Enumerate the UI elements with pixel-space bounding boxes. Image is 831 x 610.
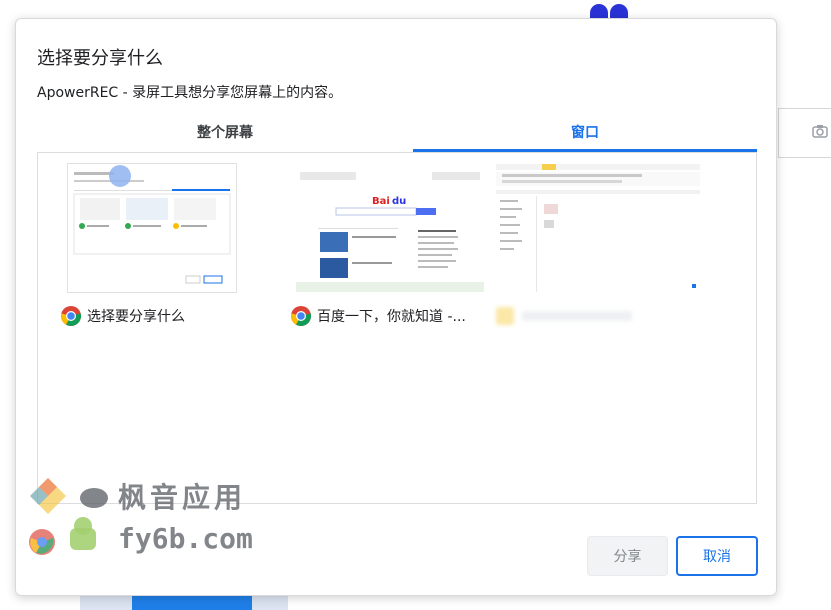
screen: 选择要分享什么 ApowerREC - 录屏工具想分享您屏幕上的内容。 整个屏幕… [0,0,831,610]
watermark-text: 枫音应用 [118,481,247,514]
watermark: 枫音应用 fy6b.com [26,476,276,566]
tab-entire-screen[interactable]: 整个屏幕 [37,119,413,152]
cancel-button[interactable]: 取消 [676,536,758,576]
window-label [496,304,632,328]
window-thumbnail [68,164,236,292]
camera-icon [812,125,828,138]
dialog-description: ApowerREC - 录屏工具想分享您屏幕上的内容。 [37,85,343,101]
watermark-domain: fy6b.com [118,522,253,555]
window-option-baidu[interactable]: Bai du 百度一下，你就知道 -... [274,164,484,334]
svg-text:Bai: Bai [372,196,390,207]
window-thumbnail [496,164,700,292]
window-option-file-explorer[interactable] [490,164,700,334]
blurred-window-title [522,311,632,321]
chrome-icon [60,306,82,327]
dialog-title: 选择要分享什么 [37,48,163,69]
window-label: 百度一下，你就知道 -... [290,304,466,328]
share-tabs: 整个屏幕 窗口 [37,119,757,152]
watermark-logo-icon [29,478,108,555]
share-button[interactable]: 分享 [587,536,668,576]
svg-text:du: du [392,196,406,207]
chrome-icon [290,306,312,327]
tab-label: 整个屏幕 [197,125,253,141]
window-title: 选择要分享什么 [87,309,185,325]
window-option-share-dialog[interactable]: 选择要分享什么 [60,164,250,334]
blurred-app-icon [496,307,514,325]
tab-window[interactable]: 窗口 [413,119,757,152]
window-label: 选择要分享什么 [60,304,185,328]
window-list: 选择要分享什么 Bai du 百度一下，你就知道 -... [37,152,757,504]
window-thumbnail: Bai du [296,164,484,292]
background-strip [80,596,288,610]
tab-label: 窗口 [571,125,599,141]
window-title: 百度一下，你就知道 -... [317,309,466,325]
